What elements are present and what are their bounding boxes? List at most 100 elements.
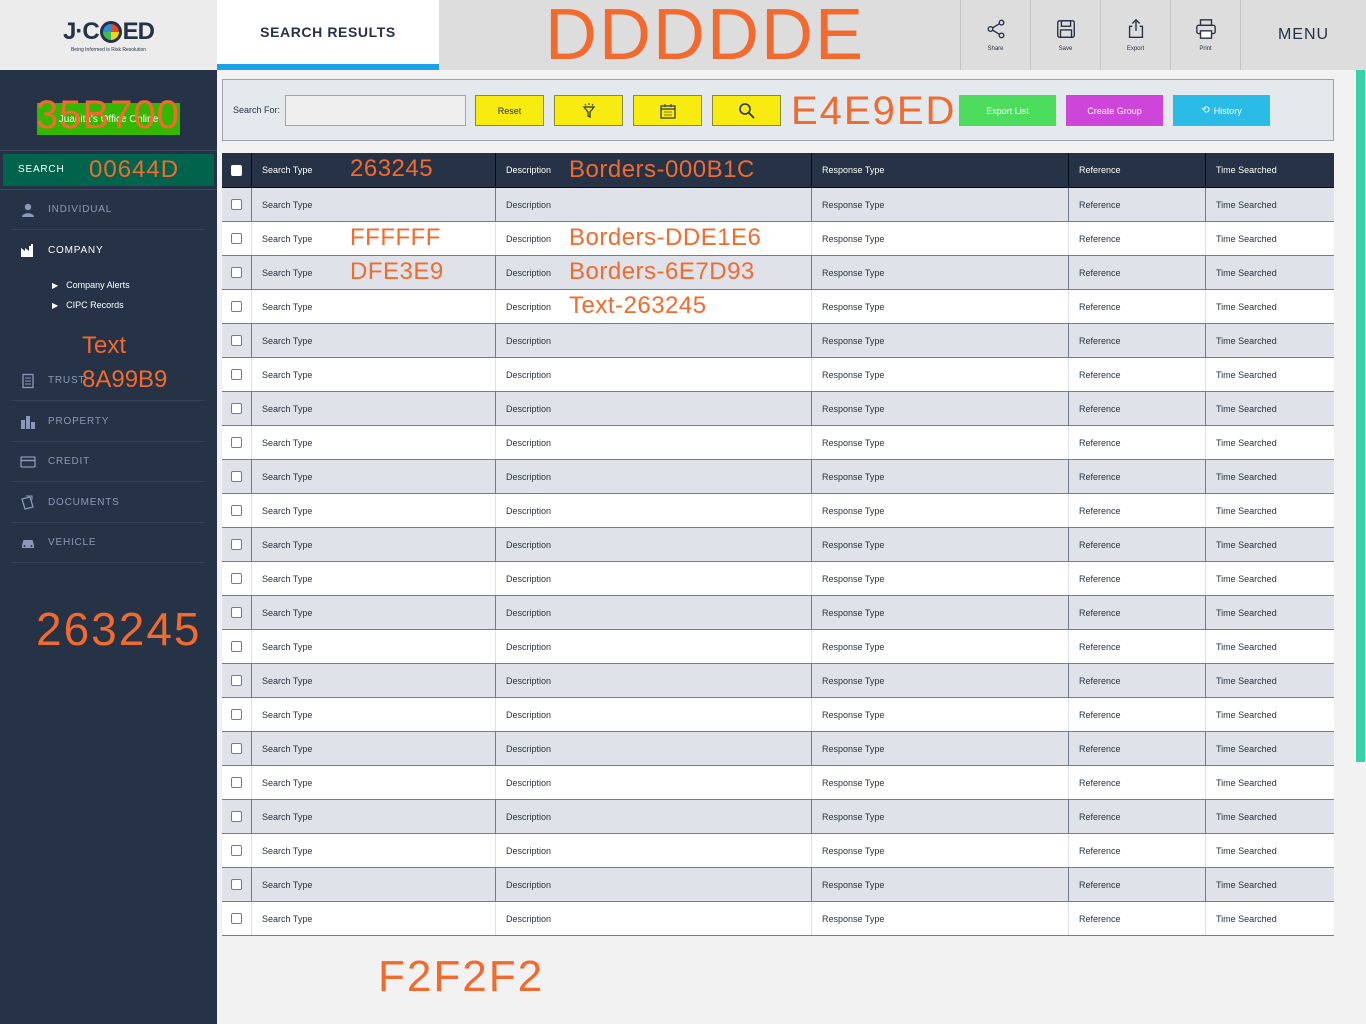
sidebar-item-individual[interactable]: INDIVIDUAL [12, 190, 204, 230]
cell-reference: Reference [1069, 426, 1206, 459]
results-table: Search Type Description Response Type Re… [222, 153, 1334, 936]
row-checkbox[interactable] [231, 335, 242, 346]
reset-button[interactable]: Reset [475, 95, 544, 126]
tab-search-results-label: SEARCH RESULTS [260, 24, 396, 40]
table-row[interactable]: Search Type Description Response Type Refer… [222, 630, 1334, 664]
row-checkbox[interactable] [231, 267, 242, 278]
history-button[interactable]: ⟲ History [1173, 95, 1270, 126]
export-button[interactable]: Export [1100, 0, 1170, 70]
cell-search-type: Search Type [252, 562, 496, 595]
filter-button[interactable] [554, 95, 623, 126]
table-row[interactable]: Search Type Description Response Type Refer… [222, 800, 1334, 834]
row-checkbox[interactable] [231, 301, 242, 312]
row-select-cell [222, 426, 252, 459]
row-checkbox[interactable] [231, 573, 242, 584]
logo-tagline: Being Informed is Risk Resolution [70, 46, 147, 53]
table-row[interactable]: Search Type Description Response Type Refer… [222, 460, 1334, 494]
print-button[interactable]: Print [1170, 0, 1240, 70]
cell-description: Description [496, 766, 812, 799]
date-button[interactable] [633, 95, 702, 126]
cell-description: Description [496, 902, 812, 935]
column-header-time-searched[interactable]: Time Searched [1206, 153, 1334, 187]
table-row[interactable]: Search Type Description Response Type Refer… [222, 392, 1334, 426]
save-button[interactable]: Save [1030, 0, 1100, 70]
row-checkbox[interactable] [231, 505, 242, 516]
row-checkbox[interactable] [231, 199, 242, 210]
sidebar-subitem-cipc-records[interactable]: ▶ CIPC Records [52, 300, 124, 310]
search-button[interactable] [712, 95, 781, 126]
row-checkbox[interactable] [231, 845, 242, 856]
table-row[interactable]: Search Type Description Response Type Refer… [222, 358, 1334, 392]
row-checkbox[interactable] [231, 233, 242, 244]
table-row[interactable]: Search Type Description Response Type Refer… [222, 188, 1334, 222]
table-row[interactable]: Search Type Description Response Type Refer… [222, 664, 1334, 698]
row-checkbox[interactable] [231, 743, 242, 754]
export-list-button[interactable]: Export List [959, 95, 1056, 126]
select-all-checkbox[interactable] [231, 164, 242, 176]
cell-time-searched: Time Searched [1216, 267, 1277, 278]
menu-button[interactable]: MENU [1240, 0, 1366, 70]
row-checkbox[interactable] [231, 811, 242, 822]
cell-description: Description [496, 562, 812, 595]
table-row[interactable]: Search Type Description Response Type Refer… [222, 834, 1334, 868]
table-row[interactable]: Search Type Description Response Type Refer… [222, 324, 1334, 358]
search-input[interactable] [285, 95, 466, 126]
row-checkbox[interactable] [231, 607, 242, 618]
sidebar-item-company[interactable]: COMPANY [12, 230, 204, 270]
table-row[interactable]: Search Type Description Response Type Refer… [222, 426, 1334, 460]
row-checkbox[interactable] [231, 675, 242, 686]
row-checkbox[interactable] [231, 879, 242, 890]
sidebar-item-search[interactable]: SEARCH 00644D [3, 154, 214, 186]
cell-time-searched: Time Searched [1216, 301, 1277, 312]
column-header-reference[interactable]: Reference [1069, 153, 1206, 187]
row-checkbox[interactable] [231, 709, 242, 720]
table-row[interactable]: Search Type Description Response Type Refer… [222, 528, 1334, 562]
column-header-search-type[interactable]: Search Type [252, 153, 496, 187]
banner-color-annotation: DDDDDE [545, 0, 866, 75]
row-checkbox[interactable] [231, 539, 242, 550]
office-badge[interactable]: Juanita's Office Online [37, 103, 180, 135]
sidebar-item-vehicle[interactable]: VEHICLE [12, 523, 204, 563]
sidebar-item-property[interactable]: PROPERTY [12, 402, 204, 442]
table-row[interactable]: Search Type Description Response Type Refer… [222, 902, 1334, 936]
table-row[interactable]: Search Type Description Response Type Refer… [222, 766, 1334, 800]
share-icon [987, 19, 1004, 39]
row-checkbox[interactable] [231, 437, 242, 448]
row-checkbox[interactable] [231, 403, 242, 414]
row-checkbox[interactable] [231, 777, 242, 788]
table-row[interactable]: Search Type Description Response Type Refer… [222, 868, 1334, 902]
cell-response-type: Response Type [812, 868, 1069, 901]
table-row[interactable]: Search Type Description Response Type Refer… [222, 562, 1334, 596]
share-button[interactable]: Share [960, 0, 1030, 70]
cell-time-searched: Time Searched [1216, 879, 1277, 890]
sidebar-item-credit[interactable]: CREDIT [12, 442, 204, 482]
table-row[interactable]: Search Type Description Response Type Refer… [222, 596, 1334, 630]
cell-response-type: Response Type [812, 766, 1069, 799]
create-group-button[interactable]: Create Group [1066, 95, 1163, 126]
table-row[interactable]: Search Type Description Response Type Refer… [222, 256, 1334, 290]
table-row[interactable]: Search Type Description Response Type Refer… [222, 290, 1334, 324]
row-checkbox[interactable] [231, 913, 242, 924]
magnifier-logo-icon [99, 20, 122, 43]
row-checkbox[interactable] [231, 641, 242, 652]
table-row[interactable]: Search Type Description Response Type Refer… [222, 698, 1334, 732]
cell-reference: Reference [1069, 596, 1206, 629]
column-header-response-type[interactable]: Response Type [812, 153, 1069, 187]
column-header-description[interactable]: Description [496, 153, 812, 187]
table-row[interactable]: Search Type Description Response Type Refer… [222, 222, 1334, 256]
sidebar-item-documents[interactable]: DOCUMENTS [12, 483, 204, 523]
cell-response-type: Response Type [812, 664, 1069, 697]
logo[interactable]: J·C ED Being Informed is Risk Resolution [0, 0, 217, 70]
sidebar-subitem-company-alerts[interactable]: ▶ Company Alerts [52, 280, 130, 290]
table-row[interactable]: Search Type Description Response Type Refer… [222, 494, 1334, 528]
cell-reference: Reference [1069, 222, 1206, 255]
table-row[interactable]: Search Type Description Response Type Refer… [222, 732, 1334, 766]
scrollbar-thumb[interactable] [1356, 70, 1365, 762]
building-icon [20, 414, 36, 430]
row-select-cell [222, 698, 252, 731]
row-checkbox[interactable] [231, 471, 242, 482]
caret-right-icon: ▶ [52, 280, 59, 290]
row-checkbox[interactable] [231, 369, 242, 380]
cell-time-searched: Time Searched [1216, 709, 1277, 720]
tab-search-results[interactable]: SEARCH RESULTS [217, 0, 439, 70]
